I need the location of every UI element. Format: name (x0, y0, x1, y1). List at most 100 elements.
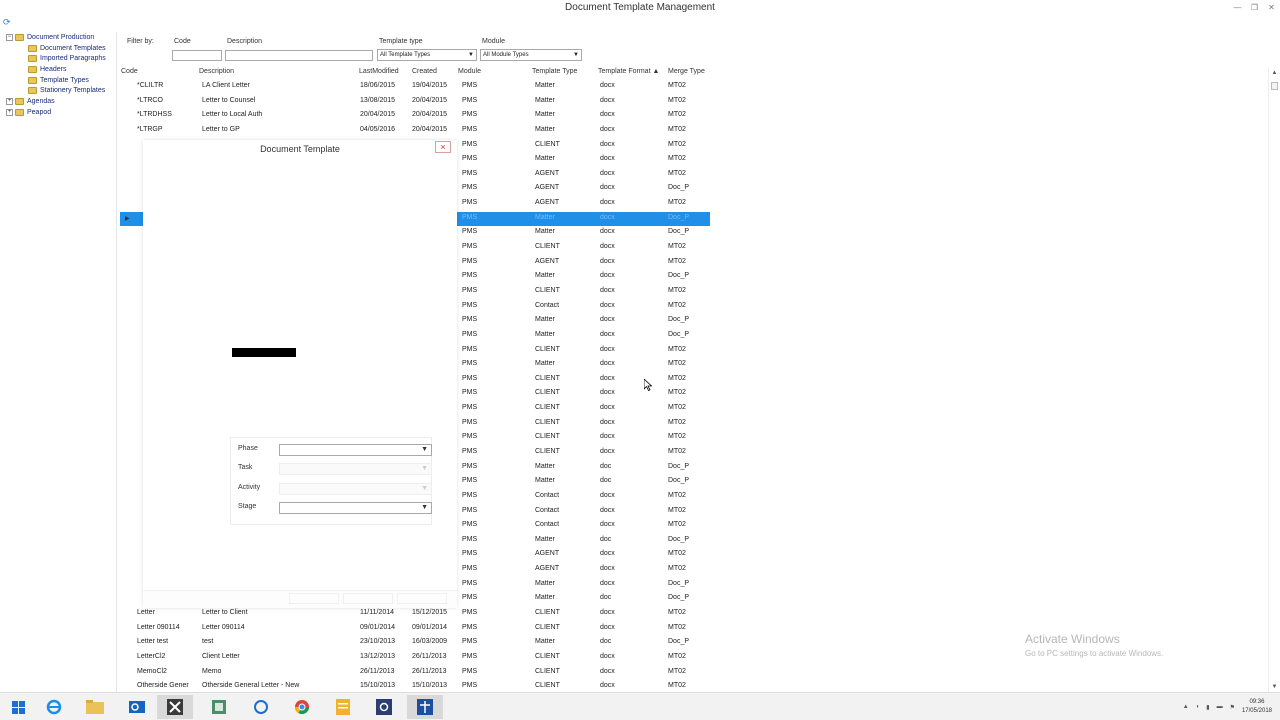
table-row[interactable]: *CLILTR LA Client Letter 18/06/2015 19/04/2… (120, 80, 710, 95)
cell-module: PMS (462, 448, 478, 455)
network-icon[interactable]: ▮ (1206, 704, 1209, 711)
flag-icon[interactable]: ⚑ (1230, 704, 1235, 711)
cell-template-type: Matter (535, 316, 555, 324)
table-row[interactable]: Letter 090114 Letter 090114 09/01/2014 09/0… (120, 622, 710, 637)
close-icon[interactable]: × (435, 141, 451, 153)
tray-chevron-icon[interactable]: ▲ (1183, 704, 1189, 710)
cell-module: PMS (462, 316, 478, 324)
description-filter-input[interactable] (225, 50, 373, 61)
scroll-up-icon[interactable]: ▲ (1269, 70, 1280, 76)
cell-code: *LTRGP (137, 125, 163, 133)
tree-node-agendas[interactable]: + Agendas (6, 96, 55, 106)
volume-icon[interactable]: ◖ (1196, 704, 1200, 710)
cortana-icon[interactable] (243, 695, 279, 719)
dialog-button-2[interactable] (343, 593, 393, 604)
cell-template-type: CLIENT (535, 682, 560, 690)
clock[interactable]: 09:36 17/05/2018 (1242, 698, 1272, 716)
template-type-select[interactable]: All Template Types ▼ (377, 49, 477, 61)
cell-template-format: docx (600, 418, 615, 426)
table-row[interactable]: *LTRDHSS Letter to Local Auth 20/04/2015 20… (120, 109, 710, 124)
cell-module: PMS (462, 565, 478, 573)
cell-template-format: docx (600, 609, 615, 617)
table-row[interactable]: LetterCl2 Client Letter 13/12/2013 26/11/20… (120, 651, 710, 666)
file-explorer-icon[interactable] (77, 695, 113, 719)
table-row[interactable]: Letter Letter to Client 11/11/2014 15/12/20… (120, 607, 710, 622)
scroll-thumb[interactable] (1271, 82, 1278, 90)
cell-template-type: Matter (535, 579, 555, 587)
cell-merge-type: MT02 (668, 374, 686, 382)
expand-icon[interactable]: + (6, 97, 13, 105)
column-header-template-type[interactable]: Template Type (532, 68, 577, 80)
chrome-icon[interactable] (284, 695, 320, 719)
cell-template-format: docx (600, 404, 615, 412)
settings-app-icon[interactable] (366, 695, 402, 719)
activity-select[interactable]: ▼ (279, 483, 432, 495)
cell-description: Letter to Local Auth (202, 111, 263, 119)
column-header-description[interactable]: Description (199, 68, 234, 80)
cell-merge-type: Doc_P (668, 330, 690, 338)
tree-node-document-templates[interactable]: Document Templates (28, 43, 106, 53)
phase-select[interactable]: ▼ (279, 444, 432, 456)
tools-app-icon[interactable] (157, 695, 193, 719)
cell-merge-type: MT02 (668, 301, 686, 309)
cell-template-format: docx (600, 433, 615, 441)
refresh-icon[interactable]: ⟳ (3, 17, 11, 28)
folder-icon (15, 108, 24, 116)
stage-select[interactable]: ▼ (279, 502, 432, 514)
tree-node-imported-paragraphs[interactable]: Imported Paragraphs (28, 53, 106, 63)
tree-node-document-production[interactable]: − Document Production (6, 32, 94, 42)
dialog-title: Document Template (260, 144, 340, 154)
restore-icon[interactable]: ❐ (1246, 0, 1263, 16)
table-row[interactable]: Letter test test 23/10/2013 16/03/2009 PMS Ma… (120, 636, 710, 651)
cell-template-format: docx (600, 521, 615, 529)
start-icon[interactable] (0, 695, 36, 719)
tree-node-headers[interactable]: Headers (28, 64, 66, 74)
column-header-code[interactable]: Code (121, 68, 138, 80)
cell-module: PMS (462, 286, 478, 294)
module-select[interactable]: All Module Types ▼ (480, 49, 582, 61)
dialog-button-3[interactable] (397, 593, 447, 604)
column-header-module[interactable]: Module (458, 68, 481, 80)
dialog-button-1[interactable] (289, 593, 339, 604)
filter-bar: Filter by: Code Description Template typ… (117, 32, 1280, 68)
table-row[interactable]: MemoCl2 Memo 26/11/2013 26/11/2013 PMS CLIENT… (120, 666, 710, 681)
expand-icon[interactable]: + (6, 108, 13, 116)
tree-node-peapod[interactable]: + Peapod (6, 107, 51, 117)
table-row[interactable]: *LTRCO Letter to Counsel 13/08/2015 20/04/2… (120, 95, 710, 110)
cell-module: PMS (462, 345, 478, 353)
cell-template-type: Matter (535, 125, 555, 133)
collapse-icon[interactable]: − (6, 33, 13, 41)
battery-icon[interactable]: ▬ (1217, 704, 1223, 710)
minimize-icon[interactable]: — (1229, 0, 1246, 16)
row-indicator-icon: ▶ (125, 215, 130, 222)
column-header-merge-type[interactable]: Merge Type (668, 68, 705, 80)
column-header-created[interactable]: Created (412, 68, 437, 80)
internet-explorer-icon[interactable] (36, 695, 72, 719)
vertical-scrollbar[interactable]: ▲ ▼ (1268, 68, 1280, 692)
cell-module: PMS (462, 418, 478, 426)
server-app-icon[interactable] (201, 695, 237, 719)
task-select[interactable]: ▼ (279, 463, 432, 475)
column-header-lastmodified[interactable]: LastModified (359, 68, 399, 80)
cell-lastmodified: 13/12/2013 (360, 652, 396, 660)
cell-template-format: doc (600, 477, 612, 485)
notes-app-icon[interactable] (325, 695, 361, 719)
cell-merge-type: MT02 (668, 345, 686, 353)
cell-merge-type: Doc_P (668, 535, 690, 543)
column-header-template-format[interactable]: Template Format ▲ (598, 68, 659, 80)
close-window-icon[interactable]: ✕ (1263, 0, 1280, 16)
code-filter-input[interactable] (172, 50, 222, 61)
cell-template-format: docx (600, 389, 615, 397)
cell-code: Letter test (137, 638, 169, 646)
outlook-icon[interactable] (119, 695, 155, 719)
chevron-down-icon: ▼ (468, 52, 474, 58)
cell-description: LA Client Letter (202, 82, 250, 89)
tree-node-stationery-templates[interactable]: Stationery Templates (28, 85, 105, 95)
document-app-icon[interactable] (407, 695, 443, 719)
tree-node-template-types[interactable]: Template Types (28, 75, 89, 85)
scroll-down-icon[interactable]: ▼ (1269, 684, 1280, 690)
cell-description: Client Letter (202, 652, 240, 660)
table-row[interactable]: *LTRGP Letter to GP 04/05/2016 20/04/2015 PM… (120, 124, 710, 139)
cell-module: PMS (462, 140, 478, 148)
cell-template-format: docx (600, 243, 615, 251)
